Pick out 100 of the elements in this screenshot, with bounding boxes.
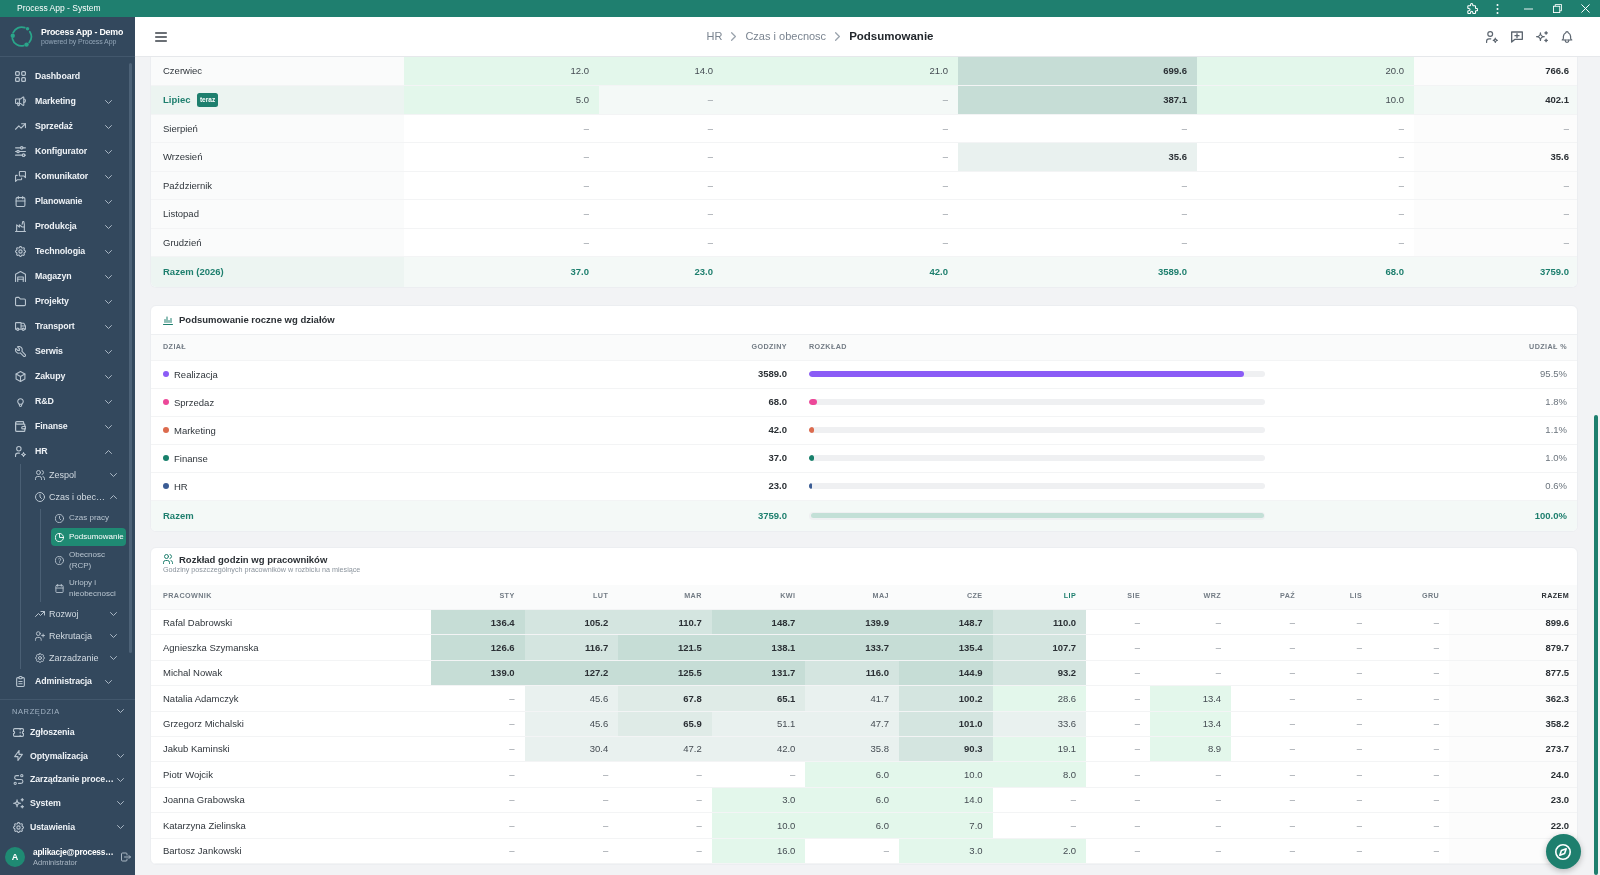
- table-cell: 273.7: [1449, 736, 1577, 762]
- table-cell: –: [1086, 609, 1151, 635]
- table-cell: 23.0: [690, 472, 797, 500]
- nav-item[interactable]: Administracja: [0, 669, 135, 694]
- table-cell: –: [1150, 787, 1232, 813]
- message-plus-icon[interactable]: [1511, 30, 1523, 43]
- nav-item[interactable]: Czas pracy: [51, 509, 126, 527]
- sparkles-icon[interactable]: [1536, 30, 1548, 43]
- gear-icon: [15, 246, 26, 257]
- nav-item[interactable]: Podsumowanie: [51, 528, 126, 546]
- table-cell: –: [1231, 787, 1306, 813]
- nav-item[interactable]: Rozwoj: [21, 603, 135, 625]
- table-cell: 93.2: [992, 660, 1087, 686]
- table-cell: 95.5%: [1290, 360, 1577, 388]
- table-cell: 0.6%: [1290, 472, 1577, 500]
- table-cell: 402.1: [1414, 85, 1577, 114]
- logout-icon[interactable]: [121, 852, 132, 862]
- table-cell: 101.0: [898, 711, 993, 737]
- table-cell: 12.0: [404, 57, 599, 86]
- table-cell: –: [1231, 736, 1306, 762]
- nav-item[interactable]: Czas i obec…: [21, 486, 135, 508]
- close-icon[interactable]: [1580, 4, 1590, 13]
- table-cell: –: [431, 761, 525, 788]
- breadcrumb-link[interactable]: Czas i obecnosc: [745, 29, 827, 44]
- table-cell: –: [1231, 761, 1306, 788]
- nav-item[interactable]: Zakupy: [0, 364, 135, 389]
- table-cell: 877.5: [1449, 660, 1577, 686]
- wrench-icon: [15, 346, 26, 357]
- table-cell: –: [431, 838, 525, 864]
- nav-item[interactable]: System: [0, 791, 135, 816]
- nav-item[interactable]: Zgłoszenia: [0, 720, 135, 744]
- department-name: Finanse: [174, 452, 208, 464]
- table-cell: –: [1086, 761, 1151, 788]
- table-cell: 110.7: [618, 609, 712, 635]
- nav-item[interactable]: Zarzadzanie: [21, 647, 135, 669]
- table-cell: 47.7: [805, 711, 899, 737]
- nav-item[interactable]: Transport: [0, 314, 135, 339]
- employee-name: Piotr Wojcik: [151, 761, 431, 788]
- nav-item[interactable]: Optymalizacja: [0, 744, 135, 768]
- nav-item[interactable]: Marketing: [0, 89, 135, 114]
- nav-item[interactable]: Projekty: [0, 289, 135, 314]
- table-cell: 1.8%: [1290, 388, 1577, 416]
- nav-item[interactable]: Urlopy i nieobecnosci: [51, 575, 126, 602]
- total-label: Razem (2026): [151, 256, 404, 287]
- table-cell: 125.5: [618, 660, 712, 686]
- nav-item[interactable]: Sprzedaż: [0, 114, 135, 139]
- puzzle-icon[interactable]: [1466, 3, 1478, 14]
- scrollbar-thumb[interactable]: [1594, 415, 1598, 875]
- table-cell: 68.0: [1197, 256, 1414, 287]
- nav-item[interactable]: Rekrutacja: [21, 625, 135, 647]
- table-cell: 37.0: [690, 444, 797, 472]
- users-icon: [35, 470, 45, 480]
- nav-item[interactable]: Zespol: [21, 464, 135, 486]
- nav-item[interactable]: Dashboard: [0, 64, 135, 89]
- bell-icon[interactable]: [1561, 30, 1573, 43]
- table-cell: –: [431, 787, 525, 813]
- nav-item[interactable]: Komunikator: [0, 164, 135, 189]
- table-cell: –: [1086, 812, 1151, 839]
- table-cell: –: [404, 171, 599, 200]
- kebab-menu-icon[interactable]: [1495, 3, 1499, 14]
- menu-icon[interactable]: [155, 31, 167, 42]
- nav-item[interactable]: Magazyn: [0, 264, 135, 289]
- nav-item[interactable]: Finanse: [0, 414, 135, 439]
- table-cell: –: [1305, 838, 1373, 864]
- nav-item[interactable]: Technologia: [0, 239, 135, 264]
- nav-item[interactable]: Zarządzanie proce…: [0, 767, 135, 792]
- nav-item[interactable]: R&D: [0, 389, 135, 414]
- table-cell: 10.0: [1197, 85, 1414, 114]
- table-cell: –: [404, 228, 599, 257]
- table-cell: 699.6: [958, 57, 1197, 86]
- nav-item[interactable]: Planowanie: [0, 189, 135, 214]
- user-gear-icon[interactable]: [1486, 30, 1498, 43]
- table-cell: 105.2: [524, 609, 619, 635]
- restore-icon[interactable]: [1552, 4, 1562, 13]
- table-cell: 35.8: [805, 736, 899, 762]
- employee-name: Michal Nowak: [151, 660, 431, 686]
- table-cell: –: [431, 812, 525, 839]
- table-cell: –: [1086, 634, 1151, 661]
- nav-item[interactable]: Ustawienia: [0, 815, 135, 839]
- nav-item[interactable]: HR: [0, 439, 135, 464]
- month-label: Sierpień: [163, 122, 198, 134]
- table-cell: –: [1414, 228, 1577, 257]
- nav-item[interactable]: Serwis: [0, 339, 135, 364]
- table-cell: 41.7: [805, 685, 899, 712]
- table-cell: –: [1231, 812, 1306, 839]
- table-cell: 358.2: [1449, 711, 1577, 737]
- table-cell: –: [1305, 812, 1373, 839]
- table-cell: –: [1150, 609, 1232, 635]
- table-cell: 3.0: [711, 787, 806, 813]
- table-cell: 2.0: [992, 838, 1087, 864]
- nav-item[interactable]: Obecnosc (RCP): [51, 547, 126, 574]
- table-cell: –: [1231, 609, 1306, 635]
- nav-item[interactable]: Konfigurator: [0, 139, 135, 164]
- nav-item[interactable]: Produkcja: [0, 214, 135, 239]
- employee-name: Katarzyna Zielinska: [151, 812, 431, 839]
- breadcrumb-link[interactable]: HR: [706, 29, 723, 44]
- table-cell: 65.9: [618, 711, 712, 737]
- table-cell: –: [599, 199, 723, 228]
- table-cell: 65.1: [711, 685, 806, 712]
- bolt-icon: [13, 750, 24, 762]
